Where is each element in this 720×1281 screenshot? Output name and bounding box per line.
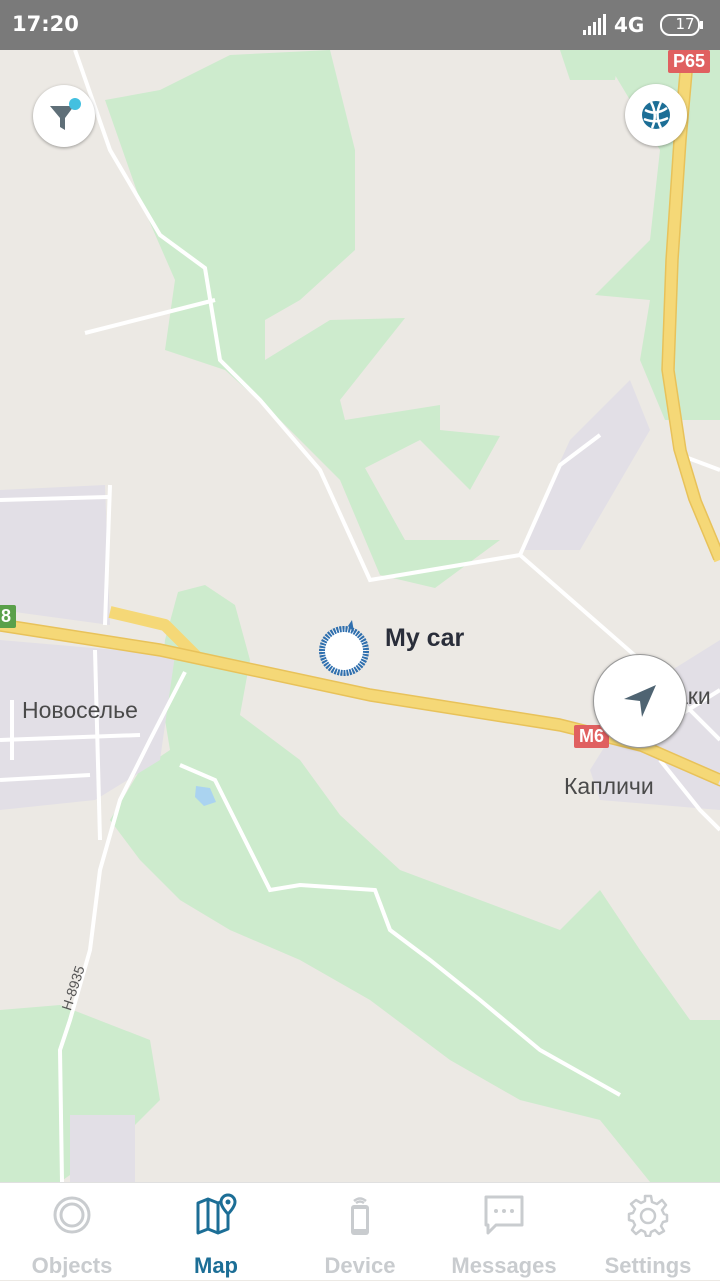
nav-tab-map[interactable]: Map bbox=[144, 1183, 288, 1281]
bottom-navigation: Objects Map Device Messages Settings bbox=[0, 1182, 720, 1280]
nav-tab-settings[interactable]: Settings bbox=[576, 1183, 720, 1281]
car-marker-label: My car bbox=[385, 624, 465, 652]
map-layers-button[interactable] bbox=[625, 84, 687, 146]
nav-tab-label: Objects bbox=[31, 1253, 113, 1278]
car-marker-icon[interactable] bbox=[314, 618, 374, 678]
device-icon bbox=[351, 1197, 369, 1235]
my-location-button[interactable] bbox=[593, 654, 687, 748]
nav-tab-label: Map bbox=[194, 1253, 238, 1278]
filter-icon bbox=[50, 98, 81, 130]
road-badge-8: 8 bbox=[0, 605, 17, 628]
messages-icon bbox=[484, 1195, 524, 1235]
map-tiles bbox=[0, 50, 720, 1182]
place-label-novoselye: Новоселье bbox=[22, 697, 138, 723]
map-view[interactable]: Новоселье Капличи аки P65 M6 8 H-8935 My… bbox=[0, 50, 720, 1182]
nav-tab-device[interactable]: Device bbox=[288, 1183, 432, 1281]
status-time: 17:20 bbox=[12, 12, 79, 36]
nav-tab-objects[interactable]: Objects bbox=[0, 1183, 144, 1281]
nav-tab-label: Messages bbox=[451, 1253, 557, 1278]
battery-level: 17 bbox=[675, 15, 695, 33]
globe-icon bbox=[642, 101, 670, 129]
signal-icon bbox=[583, 14, 606, 35]
objects-icon bbox=[53, 1196, 91, 1234]
nav-tab-messages[interactable]: Messages bbox=[432, 1183, 576, 1281]
place-label-kaplichi: Капличи bbox=[564, 773, 654, 799]
map-icon bbox=[196, 1193, 237, 1235]
road-badge-p65: P65 bbox=[668, 50, 711, 73]
filter-button[interactable] bbox=[33, 85, 95, 147]
settings-icon bbox=[627, 1194, 669, 1237]
navigation-arrow-icon bbox=[624, 685, 656, 717]
nav-tab-label: Settings bbox=[604, 1253, 692, 1278]
network-type: 4G bbox=[614, 13, 645, 37]
status-bar: 17:20 4G 17 bbox=[0, 0, 720, 50]
nav-tab-label: Device bbox=[324, 1253, 396, 1278]
